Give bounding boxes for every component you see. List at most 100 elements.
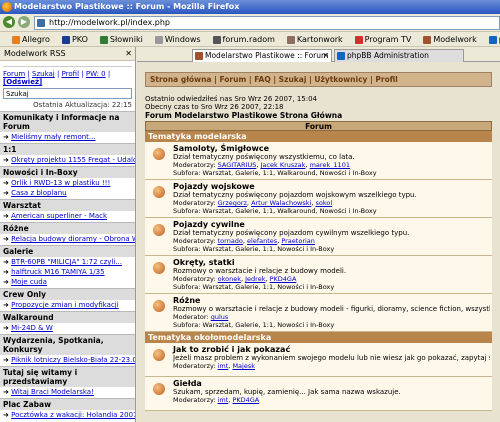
moderator-link[interactable]: elefantes: [247, 237, 277, 245]
moderator-link[interactable]: PKD4GA: [232, 396, 259, 404]
bookmark-item[interactable]: PKO: [56, 32, 88, 46]
moderator-link[interactable]: SAGITARIUS: [218, 161, 257, 169]
subforums: Subfora: Warsztat, Galerie, 1:1, Nowości…: [173, 283, 335, 291]
list-item[interactable]: ➜ Casa z bloplanu: [0, 188, 135, 198]
sidebar-search-input[interactable]: Szukaj: [3, 88, 132, 99]
forum-name[interactable]: Giełda: [173, 379, 490, 388]
tab-forum[interactable]: Modelarstwo Plastikowe :: Forum ✕: [192, 49, 332, 62]
topic-link[interactable]: Orlik i RWD-13 w plastiku !!!: [11, 179, 110, 187]
topic-link[interactable]: halftruck M16 TAMIYA 1/35: [11, 268, 104, 276]
bookmark-item[interactable]: Słowniki: [94, 32, 143, 46]
topic-link[interactable]: American superliner - Mack: [11, 212, 107, 220]
topic-link[interactable]: Moje cuda: [11, 278, 47, 286]
forum-name[interactable]: Pojazdy cywilne: [173, 220, 490, 229]
bookmark-item[interactable]: forum.radom: [207, 32, 275, 46]
list-item[interactable]: ➜ Witaj Braci Modelarska!: [0, 387, 135, 397]
forum-name[interactable]: Samoloty, Śmigłowce: [173, 144, 490, 153]
forum-link[interactable]: Forum: [3, 70, 25, 78]
nav-link[interactable]: Forum: [219, 75, 246, 84]
list-item[interactable]: ➜ Okręty projektu 1155 Fregat - Udaloy c…: [0, 155, 135, 165]
moderator-link[interactable]: Jedrek: [245, 275, 265, 283]
refresh-link[interactable]: [Odśwież]: [3, 78, 42, 86]
list-item[interactable]: ➜ Relacja budowy dioramy - Obrona Węgier…: [0, 234, 135, 244]
forum-name[interactable]: Okręty, statki: [173, 258, 490, 267]
bookmark-item[interactable]: Windows: [149, 32, 201, 46]
nav-link[interactable]: FAQ: [254, 75, 270, 84]
arrow-icon: ➜: [3, 278, 9, 286]
topic-link[interactable]: Pocztówka z wakacji: Holandia 2007: [11, 411, 135, 419]
forum-name[interactable]: Jak to zrobić i jak pokazać: [173, 345, 490, 354]
nav-link[interactable]: Szukaj: [279, 75, 307, 84]
bookmark-icon: [99, 35, 108, 44]
tab-phpbb-admin[interactable]: phpBB Administration: [334, 49, 464, 62]
forum-description: Dział tematyczny poświęcony pojazdom woj…: [173, 191, 417, 199]
topic-link[interactable]: Mieliśmy mały remont...: [11, 133, 95, 141]
forum-name[interactable]: Pojazdy wojskowe: [173, 182, 490, 191]
moderator-link[interactable]: sokol: [315, 199, 332, 207]
sidebar-title: Modelwork RSS: [4, 49, 66, 58]
list-item[interactable]: ➜ American superliner - Mack: [0, 211, 135, 221]
topic-link[interactable]: Propozycje zmian i modyfikacji: [11, 301, 119, 309]
list-item[interactable]: ➜ halftruck M16 TAMIYA 1/35: [0, 267, 135, 277]
pm-link[interactable]: PW: 0: [86, 70, 106, 78]
category-title: Komunikaty i Informacje na Forum: [0, 111, 135, 132]
address-bar[interactable]: http://modelwork.pl/index.php: [34, 16, 500, 30]
list-item[interactable]: ➜ Propozycje zmian i modyfikacji: [0, 300, 135, 310]
topic-link[interactable]: Casa z bloplanu: [11, 189, 66, 197]
bookmark-item[interactable]: phpBB: [483, 32, 500, 46]
board-title[interactable]: Forum Modelarstwo Plastikowe Strona Głów…: [145, 111, 492, 120]
topic-link[interactable]: Piknik lotniczy Bielsko-Biała 22-23.09.2…: [11, 356, 135, 364]
sidebar-links: Forum | Szukaj | Profil | PW: 0 | [Odświ…: [3, 70, 111, 86]
moderator-link[interactable]: Jacek Kruszak: [261, 161, 306, 169]
list-item[interactable]: ➜ BTR-60PB "MILICJA" 1:72 czyli...: [0, 257, 135, 267]
list-item[interactable]: ➜ Pocztówka z wakacji: Holandia 2007: [0, 410, 135, 420]
list-item[interactable]: ➜ Orlik i RWD-13 w plastiku !!!: [0, 178, 135, 188]
forum-description: Dział tematyczny poświęcony pojazdom cyw…: [173, 229, 410, 237]
moderator-link[interactable]: okonek: [218, 275, 241, 283]
list-item[interactable]: ➜ Mi-24D & W: [0, 323, 135, 333]
forum-row: Jak to zrobić i jak pokazać Jeżeli masz p…: [145, 343, 492, 377]
nav-link[interactable]: Użytkownicy: [314, 75, 367, 84]
moderator-link[interactable]: Grzegorz: [218, 199, 247, 207]
subforums: Subfora: Warsztat, Galerie, 1:1, Walkaro…: [173, 169, 377, 177]
topic-link[interactable]: Witaj Braci Modelarska!: [11, 388, 94, 396]
list-item[interactable]: ➜ Piknik lotniczy Bielsko-Biała 22-23.09…: [0, 355, 135, 365]
bookmark-icon: [212, 35, 221, 44]
moderator-link[interactable]: gulus: [211, 313, 229, 321]
moderator-link[interactable]: tornado: [218, 237, 243, 245]
back-arrow-icon[interactable]: ◀: [3, 16, 15, 28]
sidebar-header: Modelwork RSS ✕: [0, 47, 135, 61]
bookmark-item[interactable]: Kartonwork: [281, 32, 343, 46]
favicon-icon: [337, 52, 345, 60]
moderator-link[interactable]: PKD4GA: [270, 275, 297, 283]
moderator-link[interactable]: imt: [218, 396, 229, 404]
bookmark-item[interactable]: Allegro: [6, 32, 50, 46]
favicon-icon: [195, 52, 203, 60]
moderator-link[interactable]: Artur Walachowski: [251, 199, 311, 207]
nav-link[interactable]: Strona główna: [150, 75, 211, 84]
category-title: Walkaround: [0, 311, 135, 323]
moderator-link[interactable]: imt: [218, 362, 229, 370]
window-titlebar: Modelarstwo Plastikowe :: Forum - Mozill…: [0, 0, 500, 14]
topic-link[interactable]: Mi-24D & W: [11, 324, 53, 332]
moderator-link[interactable]: marek_1101: [310, 161, 350, 169]
close-icon[interactable]: ✕: [323, 50, 329, 62]
topic-link[interactable]: Okręty projektu 1155 Fregat - Udaloy cla…: [11, 156, 135, 164]
moderator-link[interactable]: Majesk: [232, 362, 255, 370]
bookmark-item[interactable]: Modelwork: [417, 32, 477, 46]
moderator-link[interactable]: Praetorian: [281, 237, 315, 245]
forum-moderators: Moderatorzy: tornado, elefantes, Praetor…: [173, 237, 315, 245]
nav-link[interactable]: Profil: [375, 75, 397, 84]
list-item[interactable]: ➜ Mieliśmy mały remont...: [0, 132, 135, 142]
forward-arrow-icon[interactable]: ▶: [18, 16, 30, 28]
search-link[interactable]: Szukaj: [32, 70, 55, 78]
list-item[interactable]: ➜ Moje cuda: [0, 277, 135, 287]
profile-link[interactable]: Profil: [62, 70, 79, 78]
forum-name[interactable]: Różne: [173, 296, 490, 305]
bookmark-item[interactable]: Program TV: [349, 32, 411, 46]
bookmark-icon: [286, 35, 295, 44]
topic-link[interactable]: Relacja budowy dioramy - Obrona Węgiersk…: [11, 235, 135, 243]
category-title: Warsztat: [0, 199, 135, 211]
close-icon[interactable]: ✕: [125, 47, 132, 61]
topic-link[interactable]: BTR-60PB "MILICJA" 1:72 czyli...: [11, 258, 122, 266]
